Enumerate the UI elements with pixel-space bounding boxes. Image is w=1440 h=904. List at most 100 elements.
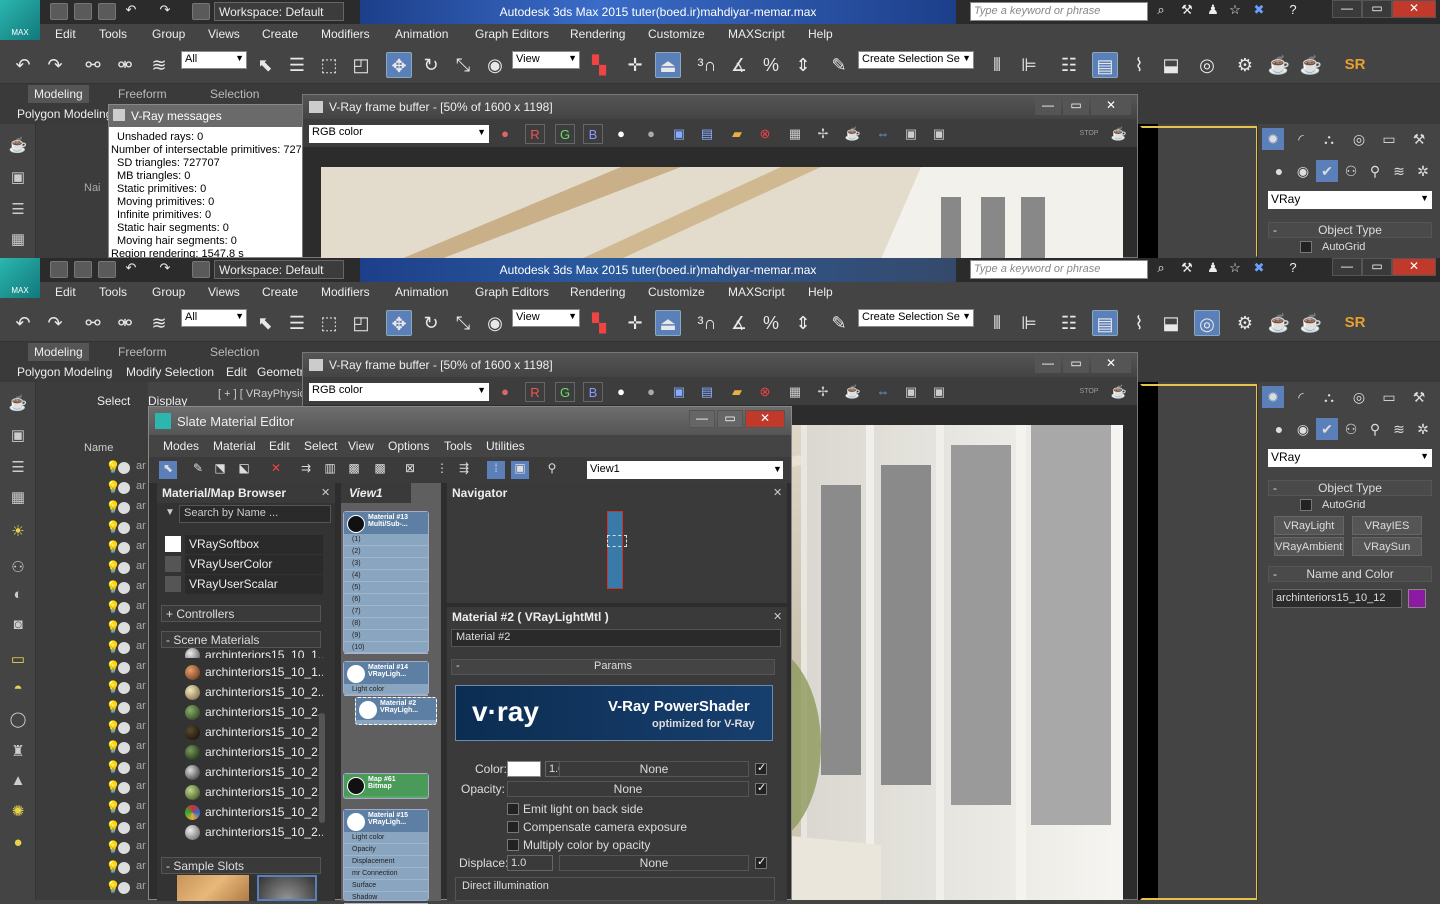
rect-selection-icon[interactable]: ⬚ [316, 52, 342, 78]
project-folder-icon[interactable] [192, 3, 210, 20]
maximize-button[interactable]: ▭ [1063, 97, 1089, 115]
help-icon[interactable]: ? [1284, 2, 1302, 20]
mirror-icon[interactable]: ⫴ [984, 310, 1010, 336]
bind-space-warp-icon[interactable]: ≋ [146, 310, 172, 336]
emit-back-checkbox[interactable] [507, 803, 519, 815]
render-last-icon[interactable]: ☕ [843, 382, 863, 402]
placement-icon[interactable]: ◉ [482, 52, 508, 78]
material-item[interactable]: archinteriors15_10_2... [173, 823, 323, 843]
menu-tools[interactable]: Tools [99, 27, 127, 41]
object-row-label[interactable]: ar [136, 560, 146, 572]
scale-icon[interactable]: ⤡ [450, 310, 476, 336]
save-image-icon[interactable]: ▣ [669, 382, 689, 402]
menu-help[interactable]: Help [808, 285, 833, 299]
lights-icon[interactable]: ✔ [1316, 418, 1338, 440]
region-render-icon[interactable]: ⇔ [873, 124, 893, 144]
channel-select[interactable]: RGB color [309, 383, 489, 401]
space-warps-icon[interactable]: ≋ [1388, 160, 1410, 182]
edit-named-selection-icon[interactable]: ✎ [826, 52, 852, 78]
layout-vertical-icon[interactable]: ⋮ [433, 461, 451, 479]
material-item[interactable]: archinteriors15_10_1... [173, 646, 323, 658]
red-channel-button[interactable]: R [525, 124, 545, 144]
schematic-view-icon[interactable]: ⬓ [1158, 52, 1184, 78]
menu-select[interactable]: Select [304, 439, 337, 453]
curve-editor-icon[interactable]: ⌇ [1126, 310, 1152, 336]
help-icon[interactable]: ? [1284, 260, 1302, 278]
color-map-button[interactable]: None [559, 761, 749, 777]
binoculars-icon[interactable]: ⌕ [1152, 260, 1170, 278]
opacity-map-checkbox[interactable] [755, 781, 767, 795]
pivot-center-icon[interactable]: ▚ [586, 52, 612, 78]
object-row-label[interactable]: ar [136, 620, 146, 632]
visibility-toggle-icon[interactable] [118, 802, 130, 814]
navigator-close-icon[interactable]: ✕ [773, 486, 782, 499]
keyboard-shortcut-override-icon[interactable]: ⏏ [655, 310, 681, 336]
selection-filter[interactable]: All [181, 51, 247, 69]
open-file-icon[interactable] [74, 3, 92, 20]
track-mouse-icon[interactable]: ✢ [813, 124, 833, 144]
geometry-panel[interactable]: Geometr [257, 365, 304, 379]
history-icon[interactable]: ▣ [901, 124, 921, 144]
geometry-icon[interactable]: ● [1268, 160, 1290, 182]
create-tab-icon[interactable]: ✹ [1262, 386, 1284, 408]
shapes-icon[interactable]: ◉ [1292, 418, 1314, 440]
visibility-toggle-icon[interactable] [118, 842, 130, 854]
menu-animation[interactable]: Animation [395, 27, 448, 41]
render-production-icon[interactable]: ☕ [1298, 52, 1324, 78]
menu-maxscript[interactable]: MAXScript [728, 27, 785, 41]
tab-modeling[interactable]: Modeling [28, 85, 89, 103]
rendered-frame-window-icon[interactable]: ☕ [1266, 310, 1292, 336]
select-by-name-icon[interactable]: ☰ [284, 52, 310, 78]
material-13-node[interactable]: Material #13 Multi/Sub-... (1) (2) (3) (4… [343, 511, 429, 654]
maximize-button[interactable]: ▭ [1362, 0, 1392, 18]
sample-slot-wood[interactable] [177, 875, 249, 901]
view-select[interactable]: View1 [587, 461, 783, 479]
light-type-select[interactable]: VRay [1268, 449, 1432, 467]
visibility-toggle-icon[interactable] [118, 702, 130, 714]
mono-channel-icon[interactable]: ● [641, 382, 661, 402]
menu-modes[interactable]: Modes [163, 439, 199, 453]
close-button[interactable]: ✕ [1392, 0, 1436, 18]
rotate-icon[interactable]: ↻ [418, 52, 444, 78]
color-map-checkbox[interactable] [755, 761, 767, 775]
subscription-icon[interactable]: ⚒ [1178, 260, 1196, 278]
redo-icon[interactable]: ↷ [156, 2, 174, 20]
placement-icon[interactable]: ◉ [482, 310, 508, 336]
menu-help[interactable]: Help [808, 27, 833, 41]
material-editor-icon[interactable]: ◎ [1194, 310, 1220, 336]
new-file-icon[interactable] [50, 3, 68, 20]
bind-space-warp-icon[interactable]: ≋ [146, 52, 172, 78]
sr-plugin-icon[interactable]: SR [1342, 310, 1368, 336]
max-logo[interactable]: MAX [0, 0, 40, 40]
browser-options-icon[interactable]: ▼ [165, 507, 175, 518]
render-setup-icon[interactable]: ⚙ [1232, 310, 1258, 336]
object-row-label[interactable]: ar [136, 780, 146, 792]
menu-rendering[interactable]: Rendering [570, 285, 625, 299]
open-file-icon[interactable] [74, 261, 92, 278]
select-menu[interactable]: Select [97, 394, 130, 408]
material-2-node[interactable]: Material #2 VRayLigh... [355, 697, 437, 725]
systems-icon[interactable]: ✲ [1412, 160, 1434, 182]
reference-coordinate-select[interactable]: View [512, 309, 580, 327]
duplicate-to-mfb-icon[interactable]: ▦ [785, 124, 805, 144]
visibility-toggle-icon[interactable] [118, 462, 130, 474]
exchange-icon[interactable]: ✖ [1250, 260, 1268, 278]
render-icon[interactable]: ▣ [6, 168, 30, 190]
undo-icon[interactable]: ↶ [122, 2, 140, 20]
save-image-icon[interactable]: ▣ [669, 124, 689, 144]
rotate-icon[interactable]: ↻ [418, 310, 444, 336]
schematic-view-icon[interactable]: ⬓ [1158, 310, 1184, 336]
menu-group[interactable]: Group [152, 285, 185, 299]
menu-tools[interactable]: Tools [444, 439, 472, 453]
visibility-toggle-icon[interactable] [118, 482, 130, 494]
stop-render-icon[interactable]: STOP [1079, 382, 1099, 402]
light-type-select[interactable]: VRay [1268, 191, 1432, 209]
browser-scrollbar[interactable] [319, 713, 325, 823]
menu-views[interactable]: Views [208, 27, 240, 41]
green-channel-button[interactable]: G [555, 382, 575, 402]
lens-effects-icon[interactable]: ▣ [929, 382, 949, 402]
material-map-browser-toggle[interactable]: ⁞ [487, 461, 505, 479]
color-channels-icon[interactable]: ● [495, 382, 515, 402]
menu-graph-editors[interactable]: Graph Editors [475, 27, 549, 41]
rendered-frame-window-icon[interactable]: ☕ [1266, 52, 1292, 78]
